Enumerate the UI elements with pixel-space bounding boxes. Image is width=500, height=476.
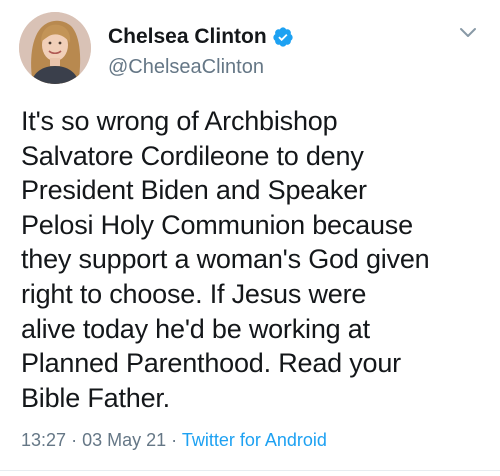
meta-separator: · — [71, 430, 78, 450]
tweet-time[interactable]: 13:27 — [21, 430, 66, 450]
tweet-source-link[interactable]: Twitter for Android — [182, 430, 327, 450]
display-name[interactable]: Chelsea Clinton — [108, 25, 267, 49]
author-row: Chelsea Clinton — [108, 24, 294, 50]
meta-separator: · — [171, 430, 178, 450]
verified-badge-icon — [272, 26, 294, 48]
tweet-text: It's so wrong of Archbishop Salvatore Co… — [21, 106, 430, 413]
tweet-date[interactable]: 03 May 21 — [82, 430, 166, 450]
avatar[interactable] — [19, 12, 91, 84]
chevron-down-icon[interactable] — [459, 27, 477, 39]
author-handle[interactable]: @ChelseaClinton — [108, 56, 264, 79]
tweet-card: Chelsea Clinton @ChelseaClinton It's so … — [0, 0, 500, 476]
divider — [0, 470, 500, 471]
tweet-meta: 13:27 · 03 May 21 · Twitter for Android — [21, 430, 327, 451]
profile-photo-icon — [19, 12, 91, 84]
